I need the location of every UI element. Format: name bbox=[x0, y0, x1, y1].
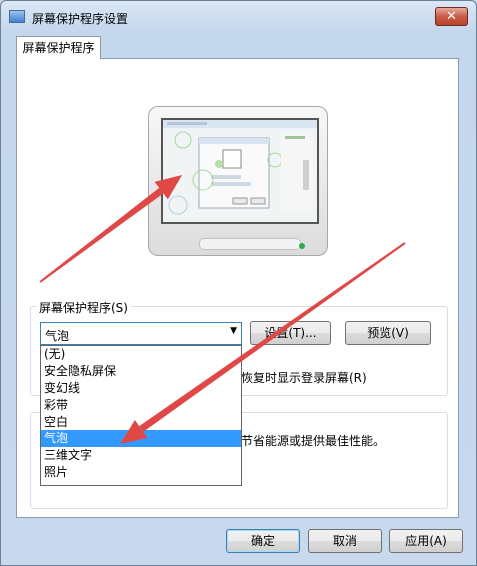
tab-screensaver[interactable]: 屏幕保护程序 bbox=[16, 36, 101, 59]
window-icon bbox=[9, 10, 25, 23]
preview-screen bbox=[161, 118, 319, 224]
screensaver-select-value: 气泡 bbox=[45, 329, 70, 343]
monitor-preview bbox=[148, 106, 328, 256]
screensaver-dropdown-list[interactable]: (无) 安全隐私屏保 变幻线 彩带 空白 气泡 三维文字 照片 bbox=[40, 345, 242, 486]
monitor-stand-bar bbox=[199, 238, 301, 250]
screensaver-group-label: 屏幕保护程序(S) bbox=[36, 299, 131, 316]
screensaver-select[interactable]: 气泡 ▼ bbox=[40, 322, 242, 345]
dropdown-option[interactable]: 气泡 bbox=[41, 430, 241, 448]
dropdown-option[interactable]: 彩带 bbox=[41, 397, 241, 414]
dropdown-option[interactable]: 三维文字 bbox=[41, 447, 241, 464]
dropdown-option[interactable]: 空白 bbox=[41, 414, 241, 431]
dropdown-option[interactable]: 照片 bbox=[41, 464, 241, 481]
power-description-fragment: 节省能源或提供最佳性能。 bbox=[241, 434, 386, 448]
preview-button[interactable]: 预览(V) bbox=[345, 321, 431, 345]
preview-image bbox=[163, 120, 317, 215]
chevron-down-icon[interactable]: ▼ bbox=[230, 326, 237, 336]
settings-button[interactable]: 设置(T)... bbox=[250, 321, 331, 345]
window-title: 屏幕保护程序设置 bbox=[32, 12, 129, 26]
apply-button[interactable]: 应用(A) bbox=[389, 529, 463, 553]
ok-button[interactable]: 确定 bbox=[226, 529, 300, 553]
dropdown-option[interactable]: 变幻线 bbox=[41, 380, 241, 397]
dropdown-option[interactable]: (无) bbox=[41, 346, 241, 363]
dropdown-option[interactable]: 安全隐私屏保 bbox=[41, 363, 241, 380]
power-led bbox=[299, 243, 305, 249]
resume-login-checkbox-label[interactable]: 恢复时显示登录屏幕(R) bbox=[241, 369, 367, 386]
close-button[interactable]: ✕ bbox=[435, 7, 468, 26]
cancel-button[interactable]: 取消 bbox=[308, 529, 382, 553]
